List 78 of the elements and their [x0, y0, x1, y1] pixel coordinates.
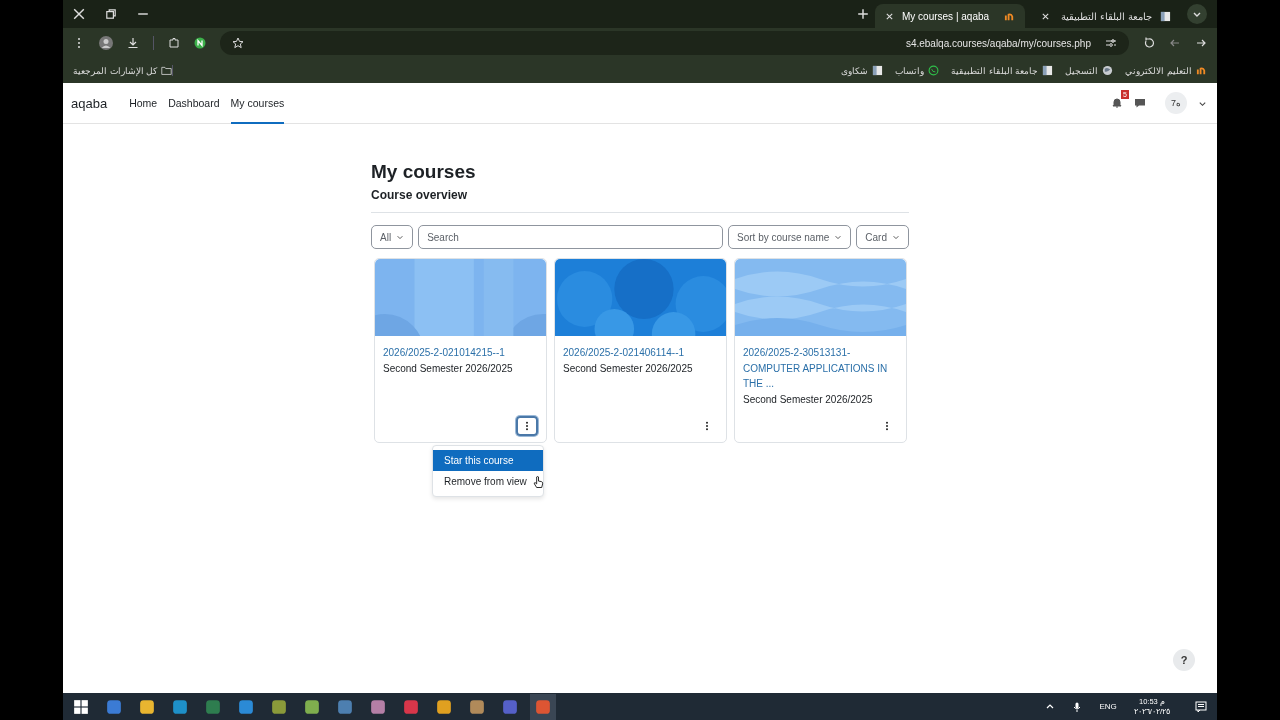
- more-button[interactable]: [516, 416, 538, 436]
- course-category: Second Semester 2026/2025: [743, 392, 874, 407]
- app-icon[interactable]: [139, 698, 155, 715]
- app-icon[interactable]: [172, 698, 188, 715]
- bookmark[interactable]: التعليم الالكتروني: [1125, 65, 1207, 76]
- bookmark[interactable]: واتساب: [895, 65, 940, 76]
- menu-item[interactable]: Star this course: [433, 450, 543, 471]
- app-icon[interactable]: [238, 698, 254, 715]
- nav-link[interactable]: My courses: [230, 82, 285, 124]
- section-heading: Course overview: [371, 188, 469, 202]
- site-name[interactable]: aqaba: [71, 95, 108, 111]
- caret-icon: [396, 233, 405, 241]
- app-icon[interactable]: [271, 698, 287, 715]
- microphone-icon[interactable]: [1072, 701, 1083, 712]
- app-icon[interactable]: [436, 698, 452, 715]
- more-icon: [525, 421, 529, 431]
- site-settings-icon[interactable]: [1105, 37, 1117, 49]
- course-link[interactable]: 2026/2025-2-021406114--1: [563, 345, 718, 361]
- page-icon: [1042, 65, 1054, 76]
- folder-icon: [161, 65, 172, 76]
- site-logo-icon: [1196, 65, 1207, 76]
- caret-icon: [834, 233, 843, 241]
- page-icon: [1160, 10, 1171, 22]
- more-icon: [885, 421, 889, 431]
- download-icon[interactable]: [127, 37, 139, 49]
- start-icon[interactable]: [73, 698, 89, 715]
- bookmark[interactable]: شكاوى: [841, 65, 884, 76]
- language-indicator[interactable]: ENG: [1099, 702, 1117, 711]
- course-link[interactable]: 2026/2025-2-30513131- COMPUTER APPLICATIONS IN THE ...: [743, 345, 898, 392]
- app-icon[interactable]: [337, 698, 353, 715]
- address-bar[interactable]: s4.ebalqa.courses/aqaba/my/courses.php: [220, 31, 1129, 55]
- grouping-dropdown[interactable]: All: [371, 225, 414, 249]
- app-icon[interactable]: [304, 698, 320, 715]
- page-icon: [872, 65, 884, 76]
- nav-link[interactable]: Dashboard: [168, 82, 220, 124]
- view-dropdown[interactable]: Card: [856, 225, 909, 249]
- bell-icon[interactable]: [1111, 97, 1123, 109]
- course-category: Second Semester 2026/2025: [383, 361, 514, 376]
- browser-tab[interactable]: جامعة البلقاء التطبيقية: [1031, 4, 1181, 28]
- app-icon[interactable]: [370, 698, 386, 715]
- course-category: Second Semester 2026/2025: [563, 361, 694, 376]
- search-field[interactable]: Search: [418, 225, 724, 249]
- extensions-icon[interactable]: [168, 37, 180, 49]
- reload-icon[interactable]: [1143, 37, 1155, 49]
- user-avatar[interactable]: 7ه: [1165, 92, 1187, 114]
- profile-avatar[interactable]: [99, 36, 113, 50]
- more-icon: [705, 421, 709, 431]
- chat-icon: [928, 65, 940, 76]
- course-card[interactable]: 2026/2025-2-021406114--1 Second Semester 2026/2025: [554, 258, 727, 443]
- back-icon[interactable]: [1169, 37, 1181, 49]
- close-icon[interactable]: [1041, 11, 1050, 21]
- help-button[interactable]: ?: [1173, 649, 1195, 671]
- forward-icon[interactable]: [1195, 37, 1207, 49]
- caret-icon: [892, 233, 900, 241]
- restore-icon[interactable]: [105, 8, 117, 20]
- star-icon[interactable]: [232, 37, 244, 49]
- all-bookmarks-button[interactable]: كل الإشارات المرجعية: [73, 65, 173, 76]
- tab-list-icon[interactable]: [1187, 4, 1207, 24]
- app-icon[interactable]: [530, 693, 556, 720]
- address-text: s4.ebalqa.courses/aqaba/my/courses.php: [905, 37, 1091, 49]
- extension-icon[interactable]: [194, 37, 206, 49]
- notifications-icon[interactable]: [1195, 700, 1207, 713]
- bookmark[interactable]: التسجيل: [1065, 65, 1114, 76]
- browser-tab[interactable]: My courses | aqaba: [875, 4, 1025, 28]
- sort-dropdown[interactable]: Sort by course name: [728, 225, 852, 249]
- close-icon[interactable]: [885, 11, 894, 21]
- page-title: My courses: [371, 161, 477, 183]
- course-link[interactable]: 2026/2025-2-021014215--1: [383, 345, 538, 361]
- new-tab-icon[interactable]: [857, 8, 869, 20]
- bookmark[interactable]: جامعة البلقاء التطبيقية: [951, 65, 1054, 76]
- close-icon[interactable]: [73, 8, 85, 20]
- nav-link[interactable]: Home: [129, 82, 158, 124]
- course-card[interactable]: 2026/2025-2-30513131- COMPUTER APPLICATIONS IN THE ... Second Semester 2026/2025: [734, 258, 907, 443]
- app-icon[interactable]: [403, 698, 419, 715]
- app-icon[interactable]: [469, 698, 485, 715]
- message-icon[interactable]: [1134, 97, 1146, 109]
- globe-icon: [1102, 65, 1114, 76]
- app-icon[interactable]: [106, 698, 122, 715]
